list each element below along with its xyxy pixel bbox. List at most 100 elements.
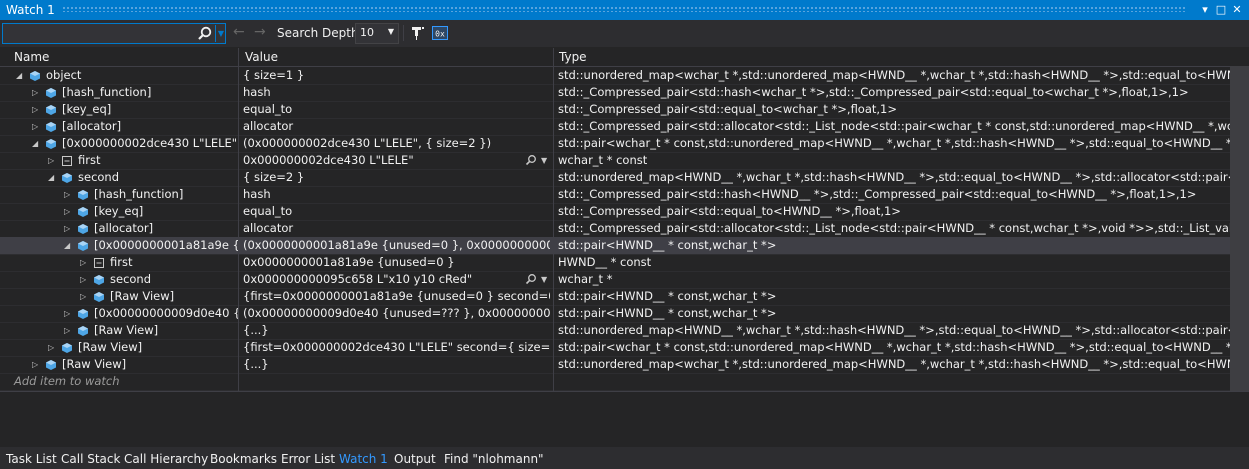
row-value[interactable]: hash — [243, 84, 550, 101]
close-icon[interactable]: ✕ — [1229, 1, 1245, 19]
watch-row[interactable]: ▷ [Raw View] {first=0x000000002dce430 L"LE… — [0, 339, 1249, 357]
maximize-icon[interactable]: □ — [1213, 1, 1229, 19]
watch-row[interactable]: ◢ [0x000000002dce430 L"LELE"] (0x000000002… — [0, 135, 1249, 153]
watch-row[interactable]: ▷ [hash_function] hash std::_Compressed_pai… — [0, 186, 1249, 204]
magnifier-icon[interactable] — [525, 154, 537, 166]
expand-arrow-icon[interactable]: ▷ — [64, 203, 74, 220]
tab-find[interactable]: Find "nlohmann" — [444, 450, 544, 468]
tab-output[interactable]: Output — [394, 450, 436, 468]
row-value[interactable]: allocator — [243, 220, 550, 237]
visualizer-dropdown-icon[interactable]: ▼ — [541, 152, 547, 169]
magnifier-icon[interactable] — [525, 273, 537, 285]
back-arrow-icon[interactable]: ← — [233, 24, 245, 40]
expand-arrow-icon[interactable]: ▷ — [80, 288, 90, 305]
pin-toolbar-icon[interactable] — [409, 24, 427, 42]
add-item-placeholder[interactable]: Add item to watch — [0, 373, 252, 390]
tab-call-stack[interactable]: Call Stack — [61, 450, 120, 468]
row-name: [hash_function] — [94, 187, 184, 201]
expand-arrow-icon[interactable]: ▷ — [48, 339, 58, 356]
column-name-header[interactable]: Name — [14, 50, 49, 64]
watch-row[interactable]: ▷ [allocator] allocator std::_Compressed_pa… — [0, 118, 1249, 136]
watch-row[interactable]: ◢ second { size=2 } std::unordered_map<HWND… — [0, 169, 1249, 187]
watch-row[interactable]: ▷ [Raw View] {...} std::unordered_map<HWND_… — [0, 322, 1249, 340]
expand-arrow-icon[interactable]: ▷ — [80, 271, 90, 288]
row-value[interactable]: {first=0x000000002dce430 L"LELE" second=… — [243, 339, 550, 356]
column-divider[interactable] — [238, 48, 239, 66]
grid-column-line — [238, 66, 239, 391]
row-value[interactable]: { size=1 } — [243, 67, 550, 84]
object-icon — [46, 88, 56, 98]
watch-row[interactable]: ▷ [0x00000000009d0e40 {u... (0x00000000009… — [0, 305, 1249, 323]
search-input[interactable] — [5, 25, 195, 42]
row-value[interactable]: equal_to — [243, 101, 550, 118]
row-name-cell: ▷ [key_eq] — [0, 203, 238, 220]
watch-row[interactable]: ▷ [hash_function] hash std::_Compressed_pai… — [0, 84, 1249, 102]
row-value[interactable]: hash — [243, 186, 550, 203]
row-value[interactable]: 0x000000000095c658 L"x10 y10 cRed" — [243, 271, 550, 288]
row-type: HWND__ * const — [558, 255, 652, 269]
row-value[interactable]: {...} — [243, 322, 550, 339]
tab-task-list[interactable]: Task List — [6, 450, 57, 468]
expand-arrow-icon[interactable]: ▷ — [64, 305, 74, 322]
expand-arrow-icon[interactable]: ▷ — [32, 118, 42, 135]
row-value[interactable]: 0x0000000001a81a9e {unused=0 } — [243, 254, 550, 271]
row-value[interactable]: (0x000000002dce430 L"LELE", { size=2 }) — [243, 135, 550, 152]
watch-row[interactable]: ▷ [allocator] allocator std::_Compressed_pa… — [0, 220, 1249, 238]
tab-watch-1[interactable]: Watch 1 — [339, 450, 388, 468]
expand-arrow-icon[interactable]: ▷ — [80, 254, 90, 271]
row-value[interactable]: equal_to — [243, 203, 550, 220]
collapse-arrow-icon[interactable]: ◢ — [64, 237, 74, 254]
expand-arrow-icon[interactable]: ▷ — [64, 186, 74, 203]
row-name: second — [78, 170, 120, 184]
tab-error-list[interactable]: Error List — [281, 450, 335, 468]
tab-bookmarks[interactable]: Bookmarks — [210, 450, 277, 468]
search-dropdown-icon[interactable]: ▼ — [215, 25, 226, 42]
visualizer-dropdown-icon[interactable]: ▼ — [541, 271, 547, 288]
watch-row[interactable]: ◢ [0x0000000001a81a9e {u... (0x0000000001a… — [0, 237, 1249, 255]
watch-row[interactable]: ◢ object { size=1 } std::unordered_map<wcha… — [0, 67, 1249, 85]
row-name: [Raw View] — [62, 357, 127, 371]
watch-row[interactable]: ▷ first 0x0000000001a81a9e {unused=0 } HWND… — [0, 254, 1249, 272]
row-value[interactable]: (0x00000000009d0e40 {unused=??? }, 0x000… — [243, 305, 550, 322]
row-value[interactable]: {first=0x0000000001a81a9e {unused=0 } se… — [243, 288, 550, 305]
row-value[interactable]: allocator — [243, 118, 550, 135]
add-item-row[interactable]: Add item to watch — [0, 373, 1249, 391]
vertical-scrollbar[interactable] — [1230, 66, 1249, 391]
row-type: std::unordered_map<wchar_t *,std::unorde… — [558, 68, 1230, 82]
expand-arrow-icon[interactable]: ▷ — [32, 101, 42, 118]
expand-arrow-icon[interactable]: ▷ — [32, 84, 42, 101]
collapse-arrow-icon[interactable]: ◢ — [16, 67, 26, 84]
watch-row[interactable]: ▷ [Raw View] {...} std::unordered_map<wchar… — [0, 356, 1249, 374]
column-value-header[interactable]: Value — [245, 50, 278, 64]
search-depth-select[interactable]: 10 ▼ — [355, 23, 399, 44]
watch-row[interactable]: ▷ [Raw View] {first=0x0000000001a81a9e {un… — [0, 288, 1249, 306]
search-icon[interactable] — [197, 25, 213, 42]
expand-arrow-icon[interactable]: ▷ — [32, 356, 42, 373]
expand-arrow-icon[interactable]: ▷ — [64, 220, 74, 237]
watch-row[interactable]: ▷ second 0x000000000095c658 L"x10 y10 cRed… — [0, 271, 1249, 289]
object-icon — [94, 292, 104, 302]
row-value[interactable]: 0x000000002dce430 L"LELE" — [243, 152, 550, 169]
row-name: [allocator] — [94, 221, 154, 235]
forward-arrow-icon[interactable]: → — [254, 24, 266, 40]
expand-arrow-icon[interactable]: ▷ — [64, 322, 74, 339]
search-depth-value: 10 — [360, 26, 374, 39]
collapse-arrow-icon[interactable]: ◢ — [32, 135, 42, 152]
expand-arrow-icon[interactable]: ▷ — [48, 152, 58, 169]
column-type-header[interactable]: Type — [559, 50, 587, 64]
tab-call-hierarchy[interactable]: Call Hierarchy — [124, 450, 208, 468]
hex-toggle-button[interactable]: 0x — [431, 24, 449, 42]
column-divider[interactable] — [553, 48, 554, 66]
dropdown-arrow-icon[interactable]: ▾ — [1197, 1, 1213, 19]
watch-row[interactable]: ▷ [key_eq] equal_to std::_Compressed_pair<s… — [0, 203, 1249, 221]
collapse-arrow-icon[interactable]: ◢ — [48, 169, 58, 186]
title-bar-grip[interactable] — [62, 6, 1187, 12]
row-type: std::pair<wchar_t * const,std::unordered… — [558, 136, 1230, 150]
watch-row[interactable]: ▷ [key_eq] equal_to std::_Compressed_pair<s… — [0, 101, 1249, 119]
row-value[interactable]: (0x0000000001a81a9e {unused=0 }, 0x00000… — [243, 237, 550, 254]
row-value[interactable]: {...} — [243, 356, 550, 373]
watch-row[interactable]: ▷ first 0x000000002dce430 L"LELE" ▼ wchar_t … — [0, 152, 1249, 170]
object-icon — [62, 343, 72, 353]
row-value[interactable]: { size=2 } — [243, 169, 550, 186]
row-name-cell: ◢ [0x0000000001a81a9e {u... — [0, 237, 238, 254]
